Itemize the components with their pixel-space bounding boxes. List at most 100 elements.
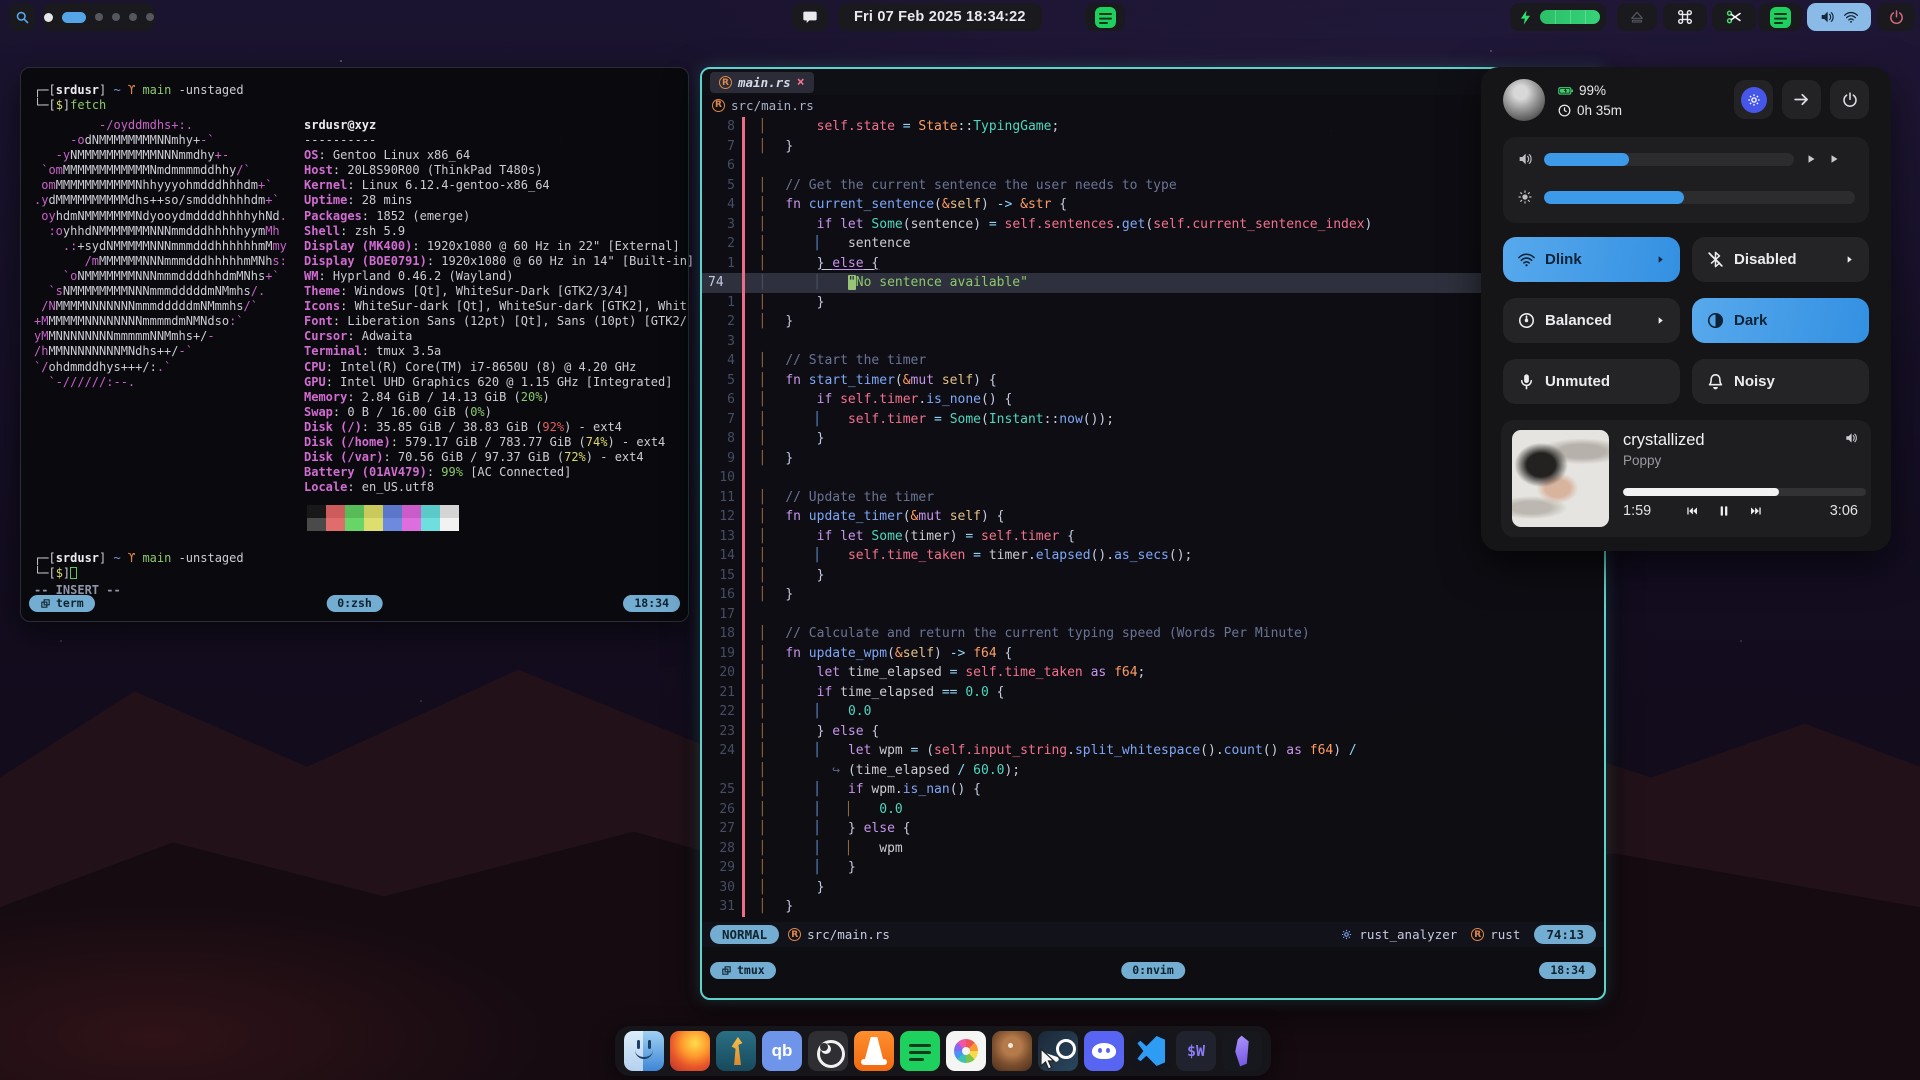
code-line[interactable]: 5 ▏ fn start_timer(&mut self) { bbox=[702, 371, 1602, 391]
dock-firefox-icon[interactable] bbox=[670, 1031, 710, 1071]
toggle-disabled[interactable]: Disabled bbox=[1692, 237, 1869, 282]
code-line[interactable]: 25 ▏ ▏ if wpm.is_nan() { bbox=[702, 780, 1602, 800]
dock-finder-icon[interactable] bbox=[624, 1031, 664, 1071]
previous-track-icon[interactable] bbox=[1685, 504, 1699, 518]
toggle-dlink[interactable]: Dlink bbox=[1503, 237, 1680, 282]
code-line[interactable]: 9 ▏ } bbox=[702, 449, 1602, 469]
settings-button[interactable] bbox=[1734, 80, 1773, 119]
code-line[interactable]: 11 ▏ // Update the timer bbox=[702, 488, 1602, 508]
next-track-icon[interactable] bbox=[1749, 504, 1763, 518]
code-line[interactable]: 1 ▏ } else { bbox=[702, 254, 1602, 274]
play-icon[interactable] bbox=[1805, 153, 1817, 165]
editor-window[interactable]: R main.rs × R src/main.rs 8 ▏ self.state… bbox=[700, 67, 1606, 1000]
code-line[interactable]: 74 ▏ ▏ "No sentence available" bbox=[702, 273, 1602, 293]
tmux-session-pill[interactable]: 0:nvim bbox=[1121, 962, 1185, 979]
code-line[interactable]: 5 ▏ // Get the current sentence the user… bbox=[702, 176, 1602, 196]
notifications-button[interactable] bbox=[792, 3, 828, 31]
code-line[interactable]: 12 ▏ fn update_timer(&mut self) { bbox=[702, 507, 1602, 527]
chevron-right-icon[interactable] bbox=[1844, 254, 1855, 265]
code-line[interactable]: ▏ ↪ (time_elapsed / 60.0); bbox=[702, 761, 1602, 781]
code-line[interactable]: 26 ▏ ▏ ▏ 0.0 bbox=[702, 800, 1602, 820]
clock-pill[interactable]: Fri 07 Feb 2025 18:34:22 bbox=[838, 3, 1042, 31]
code-line[interactable]: 3 bbox=[702, 332, 1602, 352]
pause-icon[interactable] bbox=[1716, 503, 1732, 519]
code-line[interactable]: 6 bbox=[702, 156, 1602, 176]
code-line[interactable]: 10 bbox=[702, 468, 1602, 488]
workspace-indicator[interactable] bbox=[43, 3, 155, 31]
code-line[interactable]: 21 ▏ if time_elapsed == 0.0 { bbox=[702, 683, 1602, 703]
code-line[interactable]: 19 ▏ fn update_wpm(&self) -> f64 { bbox=[702, 644, 1602, 664]
power-button[interactable] bbox=[1877, 3, 1915, 31]
toggle-unmuted[interactable]: Unmuted bbox=[1503, 359, 1680, 404]
shutdown-button[interactable] bbox=[1830, 80, 1869, 119]
code-line[interactable]: 17 bbox=[702, 605, 1602, 625]
dock-photos-icon[interactable] bbox=[946, 1031, 986, 1071]
code-line[interactable]: 20 ▏ let time_elapsed = self.time_taken … bbox=[702, 663, 1602, 683]
logout-button[interactable] bbox=[1782, 80, 1821, 119]
code-line[interactable]: 14 ▏ ▏ self.time_taken = timer.elapsed()… bbox=[702, 546, 1602, 566]
dock-gimp-icon[interactable] bbox=[992, 1031, 1032, 1071]
chevron-right-icon[interactable] bbox=[1655, 254, 1666, 265]
tmux-window-pill[interactable]: term bbox=[29, 595, 95, 612]
code-line[interactable]: 15 ▏ } bbox=[702, 566, 1602, 586]
code-line[interactable]: 1 ▏ } bbox=[702, 293, 1602, 313]
terminal-window[interactable]: ┌─[srdusr] ~ ϒ main -unstaged└─[$]fetch … bbox=[20, 67, 689, 622]
avatar[interactable] bbox=[1503, 79, 1545, 121]
tray-eject-button[interactable] bbox=[1617, 3, 1657, 31]
media-volume-icon[interactable] bbox=[1844, 431, 1858, 445]
dock-discord-icon[interactable] bbox=[1084, 1031, 1124, 1071]
dock-qbittorrent-icon[interactable] bbox=[762, 1031, 802, 1071]
workspace-dot-4[interactable] bbox=[112, 13, 120, 21]
spotify-tray-button-2[interactable] bbox=[1758, 3, 1802, 31]
screenshot-button[interactable] bbox=[1712, 3, 1756, 31]
chevron-right-icon[interactable] bbox=[1655, 315, 1666, 326]
code-area[interactable]: 8 ▏ self.state = State::TypingGame;7 ▏ }… bbox=[702, 117, 1602, 917]
code-line[interactable]: 16 ▏ } bbox=[702, 585, 1602, 605]
code-line[interactable]: 30 ▏ } bbox=[702, 878, 1602, 898]
tab-main-rs[interactable]: R main.rs × bbox=[710, 72, 814, 93]
tab-close-icon[interactable]: × bbox=[797, 75, 805, 90]
code-line[interactable]: 3 ▏ if let Some(sentence) = self.sentenc… bbox=[702, 215, 1602, 235]
code-line[interactable]: 18 ▏ // Calculate and return the current… bbox=[702, 624, 1602, 644]
workspace-dot-2[interactable] bbox=[62, 12, 86, 23]
code-line[interactable]: 27 ▏ ▏ } else { bbox=[702, 819, 1602, 839]
code-line[interactable]: 6 ▏ if self.timer.is_none() { bbox=[702, 390, 1602, 410]
dock-obsidian-icon[interactable] bbox=[1222, 1031, 1262, 1071]
code-line[interactable]: 22 ▏ ▏ 0.0 bbox=[702, 702, 1602, 722]
code-line[interactable]: 28 ▏ ▏ ▏ wpm bbox=[702, 839, 1602, 859]
workspace-dot-3[interactable] bbox=[95, 13, 103, 21]
workspace-dot-5[interactable] bbox=[129, 13, 137, 21]
tmux-window-pill[interactable]: tmux bbox=[710, 962, 776, 979]
code-line[interactable]: 7 ▏ ▏ self.timer = Some(Instant::now()); bbox=[702, 410, 1602, 430]
battery-pill[interactable] bbox=[1510, 3, 1606, 31]
dock-vscode-icon[interactable] bbox=[1130, 1031, 1170, 1071]
spotify-tray-button[interactable] bbox=[1085, 3, 1125, 31]
code-line[interactable]: 2 ▏ ▏ sentence bbox=[702, 234, 1602, 254]
code-line[interactable]: 7 ▏ } bbox=[702, 137, 1602, 157]
code-line[interactable]: 2 ▏ } bbox=[702, 312, 1602, 332]
workspace-dot-1[interactable] bbox=[44, 13, 53, 22]
code-line[interactable]: 24 ▏ ▏ let wpm = (self.input_string.spli… bbox=[702, 741, 1602, 761]
code-line[interactable]: 8 ▏ self.state = State::TypingGame; bbox=[702, 117, 1602, 137]
track-progress-bar[interactable] bbox=[1623, 488, 1866, 496]
dock-lutris-icon[interactable] bbox=[716, 1031, 756, 1071]
dock-vlc-icon[interactable] bbox=[854, 1031, 894, 1071]
toggle-noisy[interactable]: Noisy bbox=[1692, 359, 1869, 404]
search-button[interactable] bbox=[9, 3, 35, 31]
code-line[interactable]: 4 ▏ // Start the timer bbox=[702, 351, 1602, 371]
code-line[interactable]: 8 ▏ } bbox=[702, 429, 1602, 449]
volume-network-pill[interactable] bbox=[1807, 3, 1871, 31]
brightness-slider[interactable] bbox=[1544, 191, 1855, 204]
code-line[interactable]: 4 ▏ fn current_sentence(&self) -> &str { bbox=[702, 195, 1602, 215]
code-line[interactable]: 23 ▏ } else { bbox=[702, 722, 1602, 742]
keybinds-button[interactable] bbox=[1663, 3, 1707, 31]
code-line[interactable]: 31 ▏ } bbox=[702, 897, 1602, 917]
dock-obs-icon[interactable] bbox=[808, 1031, 848, 1071]
toggle-dark[interactable]: Dark bbox=[1692, 298, 1869, 343]
play-icon[interactable] bbox=[1828, 153, 1840, 165]
volume-slider[interactable] bbox=[1544, 153, 1794, 166]
code-line[interactable]: 29 ▏ ▏ } bbox=[702, 858, 1602, 878]
dock-wezterm-icon[interactable] bbox=[1176, 1031, 1216, 1071]
dock-spotify-icon[interactable] bbox=[900, 1031, 940, 1071]
tmux-session-pill[interactable]: 0:zsh bbox=[326, 595, 383, 612]
